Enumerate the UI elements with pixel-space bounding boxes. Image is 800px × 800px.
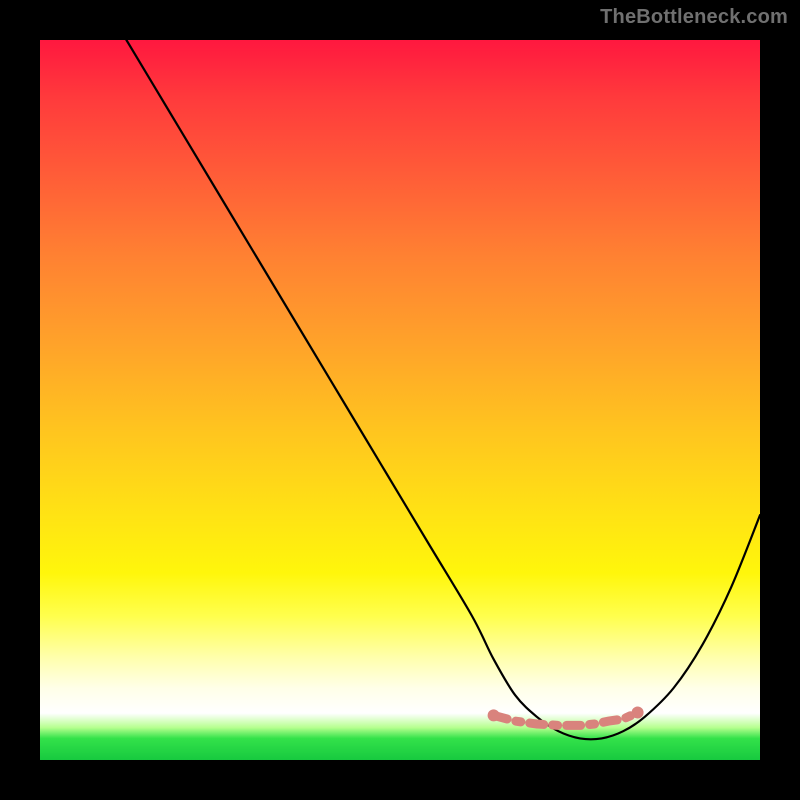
curve-line: [126, 40, 760, 739]
chart-svg: [40, 40, 760, 760]
chart-frame: TheBottleneck.com: [0, 0, 800, 800]
plot-area: [40, 40, 760, 760]
trough-marker: [488, 707, 644, 726]
watermark-text: TheBottleneck.com: [600, 6, 788, 29]
